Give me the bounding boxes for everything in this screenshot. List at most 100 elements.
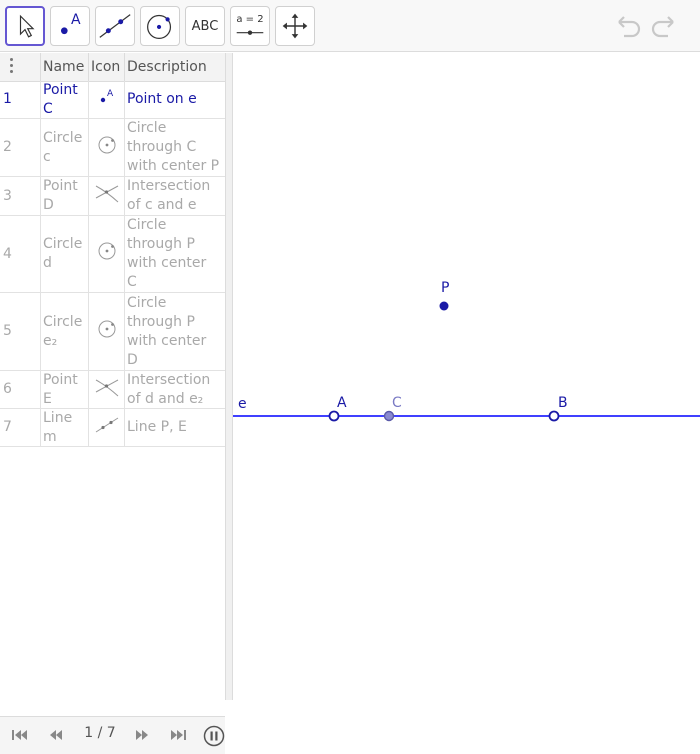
row-description-line: Circle xyxy=(127,120,167,136)
point-icon: A xyxy=(96,87,118,113)
svg-text:A: A xyxy=(107,89,114,99)
graphics-view[interactable]: e P A C B xyxy=(233,53,700,700)
row-description: Circle through P with center D xyxy=(124,293,225,370)
row-name-line: D xyxy=(43,197,54,213)
table-row[interactable]: 5 Circle e₂ Circle through P with center D xyxy=(0,293,225,371)
move-arrows-icon xyxy=(282,13,308,39)
header-description[interactable]: Description xyxy=(124,53,225,81)
circle-icon xyxy=(147,14,172,39)
undo-icon[interactable] xyxy=(610,10,644,44)
move-tool-button[interactable] xyxy=(5,6,45,46)
point-tool-button[interactable]: A xyxy=(50,6,90,46)
table-row[interactable]: 1 Point C A Point on e xyxy=(0,81,225,119)
table-row[interactable]: 4 Circle d Circle through P with center C xyxy=(0,216,225,293)
point-c-label: C xyxy=(392,395,402,411)
row-description: Intersection of c and e xyxy=(124,177,225,215)
panel-divider[interactable] xyxy=(225,53,233,700)
slider-tool-button[interactable]: a = 2 xyxy=(230,6,270,46)
row-number: 2 xyxy=(3,139,12,155)
text-tool-label: ABC xyxy=(191,18,219,34)
row-description-line: D xyxy=(127,351,138,368)
table-row[interactable]: 3 Point D Intersection of c and e xyxy=(0,177,225,216)
row-number: 7 xyxy=(3,419,12,435)
row-name: Circle d xyxy=(40,216,88,292)
row-icon-cell xyxy=(88,216,124,292)
row-description: Intersection of d and e₂ xyxy=(124,371,225,408)
row-name-line: Circle xyxy=(43,236,83,252)
row-description-line: through P xyxy=(127,236,195,252)
row-number: 4 xyxy=(3,245,12,262)
text-tool-button[interactable]: ABC xyxy=(185,6,225,46)
row-name-line: m xyxy=(43,428,57,445)
arrow-cursor-icon xyxy=(19,14,35,38)
row-name-line: Point xyxy=(43,81,78,98)
construction-protocol-panel: Name Icon Description 1 Point C A Point on e… xyxy=(0,53,225,754)
header-name[interactable]: Name xyxy=(40,53,88,81)
row-description-line: with center xyxy=(127,332,207,349)
row-description-line: through C xyxy=(127,139,197,155)
table-row[interactable]: 2 Circle c Circle through C with center P xyxy=(0,119,225,177)
slider-icon xyxy=(236,30,264,35)
row-number: 3 xyxy=(3,187,12,204)
row-name: Circle e₂ xyxy=(40,293,88,370)
row-name-line: Circle xyxy=(43,129,83,146)
next-step-icon[interactable] xyxy=(131,725,153,745)
circle-icon xyxy=(96,134,118,162)
row-description-line: of d and e₂ xyxy=(127,390,204,407)
first-step-icon[interactable] xyxy=(9,725,31,745)
row-description-line: Circle xyxy=(127,294,167,311)
header-icon[interactable]: Icon xyxy=(88,53,124,81)
point-a[interactable] xyxy=(328,410,340,422)
point-p-label: P xyxy=(441,280,449,296)
pause-icon[interactable] xyxy=(203,725,225,747)
row-description-line: C xyxy=(127,274,137,290)
circle-icon xyxy=(96,318,118,346)
row-description: Line P, E xyxy=(124,409,225,446)
row-name-line: C xyxy=(43,100,53,117)
step-counter: 1 / 7 xyxy=(84,725,116,741)
row-name-line: c xyxy=(43,148,51,165)
circle-icon xyxy=(96,240,118,268)
row-name-line: d xyxy=(43,255,52,271)
redo-icon[interactable] xyxy=(648,10,682,44)
point-b[interactable] xyxy=(548,410,560,422)
row-icon-cell xyxy=(88,409,124,446)
row-icon-cell xyxy=(88,119,124,176)
protocol-navigation-bar: 1 / 7 xyxy=(0,716,225,754)
point-a-label: A xyxy=(337,395,347,411)
row-description-line: of c and e xyxy=(127,197,197,213)
row-description-line: with center xyxy=(127,255,207,271)
point-icon xyxy=(60,27,68,35)
row-name: Point E xyxy=(40,371,88,408)
circle-tool-button[interactable] xyxy=(140,6,180,46)
move-graphics-tool-button[interactable] xyxy=(275,6,315,46)
row-number: 5 xyxy=(3,323,12,339)
table-row[interactable]: 7 Line m Line P, E xyxy=(0,409,225,447)
previous-step-icon[interactable] xyxy=(45,725,67,745)
row-description-line: through P xyxy=(127,313,195,330)
line-tool-button[interactable] xyxy=(95,6,135,46)
column-menu-icon[interactable] xyxy=(9,58,15,76)
row-description-line: with center P xyxy=(127,158,220,174)
row-description: Circle through C with center P xyxy=(124,119,225,176)
last-step-icon[interactable] xyxy=(167,725,189,745)
row-description-line: Intersection xyxy=(127,178,211,194)
row-description-line: Line P, E xyxy=(127,419,187,435)
graphics-canvas[interactable]: e P A C B xyxy=(233,53,700,700)
point-p[interactable] xyxy=(439,301,449,311)
row-name-line: Point xyxy=(43,371,78,388)
line-icon xyxy=(99,14,131,38)
line-icon xyxy=(94,415,120,441)
row-icon-cell xyxy=(88,371,124,408)
row-icon-cell xyxy=(88,177,124,215)
point-c[interactable] xyxy=(383,410,395,422)
table-header: Name Icon Description xyxy=(0,53,225,82)
row-number: 6 xyxy=(3,381,12,397)
row-name: Point D xyxy=(40,177,88,215)
intersection-icon xyxy=(94,376,120,404)
row-name: Point C xyxy=(40,81,88,118)
table-row[interactable]: 6 Point E Intersection of d and e₂ xyxy=(0,371,225,409)
toolbar: A ABC a = 2 xyxy=(0,0,700,52)
point-tool-label: A xyxy=(71,12,81,28)
row-name-line: Circle xyxy=(43,313,83,330)
